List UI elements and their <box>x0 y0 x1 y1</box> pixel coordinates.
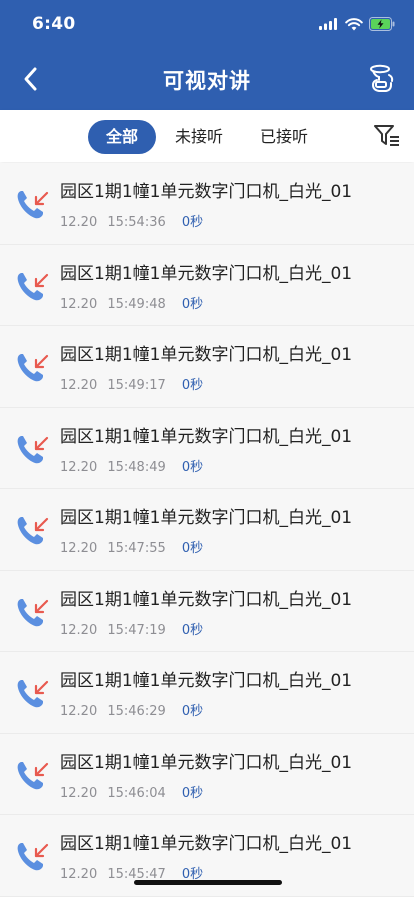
call-date: 12.20 <box>60 541 98 556</box>
tab-answered[interactable]: 已接听 <box>248 120 320 154</box>
call-time: 15:46:04 <box>107 785 166 801</box>
status-icons <box>319 16 396 32</box>
tab-missed[interactable]: 未接听 <box>164 120 234 154</box>
status-bar: 6:40 <box>0 0 414 48</box>
call-date: 12.20 <box>60 622 98 638</box>
call-date: 12.20 <box>60 378 98 393</box>
call-row[interactable]: 园区1期1幢1单元数字门口机_白光_01 12.20 15:46:04 0秒 <box>0 733 414 815</box>
intercom-handset-icon <box>370 64 394 92</box>
call-time: 15:49:17 <box>107 378 166 393</box>
call-source-name: 园区1期1幢1单元数字门口机_白光_01 <box>60 345 353 365</box>
call-source-name: 园区1期1幢1单元数字门口机_白光_01 <box>60 508 353 528</box>
call-meta: 12.20 15:46:04 0秒 <box>60 782 203 801</box>
call-date: 12.20 <box>60 785 98 801</box>
call-source-name: 园区1期1幢1单元数字门口机_白光_01 <box>60 263 353 284</box>
call-date: 12.20 <box>60 215 98 230</box>
call-duration: 0秒 <box>181 215 204 230</box>
call-date: 12.20 <box>60 704 98 719</box>
incoming-call-icon <box>17 598 49 626</box>
call-time: 15:47:55 <box>107 541 166 556</box>
signal-icon <box>319 18 337 30</box>
call-date: 12.20 <box>60 867 98 882</box>
call-meta: 12.20 15:48:49 0秒 <box>60 456 203 475</box>
call-row[interactable]: 园区1期1幢1单元数字门口机_白光_01 12.20 15:54:36 0秒 <box>0 163 414 245</box>
incoming-call-icon <box>17 354 49 382</box>
incoming-call-icon <box>17 272 49 300</box>
call-meta: 12.20 15:47:55 0秒 <box>60 537 203 556</box>
incoming-call-icon <box>17 435 49 463</box>
call-duration: 0秒 <box>181 622 204 638</box>
call-duration: 0秒 <box>181 541 204 556</box>
call-row[interactable]: 园区1期1幢1单元数字门口机_白光_01 12.20 15:47:55 0秒 <box>0 489 414 571</box>
call-meta: 12.20 15:49:48 0秒 <box>60 293 203 312</box>
incoming-call-icon <box>17 843 49 871</box>
call-time: 15:46:29 <box>107 704 166 719</box>
call-date: 12.20 <box>60 296 98 312</box>
battery-charging-icon <box>369 17 395 31</box>
call-meta: 12.20 15:46:29 0秒 <box>60 700 203 719</box>
tab-bar: 全部 未接听 已接听 <box>0 110 414 162</box>
home-indicator[interactable] <box>134 880 282 885</box>
status-time: 6:40 <box>32 14 76 34</box>
call-row[interactable]: 园区1期1幢1单元数字门口机_白光_01 12.20 15:47:19 0秒 <box>0 570 414 652</box>
call-meta: 12.20 15:54:36 0秒 <box>60 211 203 230</box>
call-duration: 0秒 <box>181 459 204 475</box>
call-time: 15:49:48 <box>107 296 166 312</box>
call-source-name: 园区1期1幢1单元数字门口机_白光_01 <box>60 182 353 202</box>
call-meta: 12.20 15:47:19 0秒 <box>60 619 203 638</box>
call-duration: 0秒 <box>181 378 204 393</box>
call-row[interactable]: 园区1期1幢1单元数字门口机_白光_01 12.20 15:46:29 0秒 <box>0 652 414 734</box>
call-duration: 0秒 <box>181 296 204 312</box>
page-title: 可视对讲 <box>163 69 251 93</box>
call-source-name: 园区1期1幢1单元数字门口机_白光_01 <box>60 834 353 854</box>
filter-icon <box>374 125 399 146</box>
call-time: 15:54:36 <box>107 215 166 230</box>
wifi-icon <box>345 17 363 30</box>
call-source-name: 园区1期1幢1单元数字门口机_白光_01 <box>60 752 353 773</box>
call-meta: 12.20 15:49:17 0秒 <box>60 374 203 393</box>
incoming-call-icon <box>17 517 49 545</box>
navigation-bar: 可视对讲 <box>0 48 414 110</box>
call-duration: 0秒 <box>181 704 204 719</box>
call-source-name: 园区1期1幢1单元数字门口机_白光_01 <box>60 671 353 691</box>
tab-all[interactable]: 全部 <box>88 120 156 154</box>
incoming-call-icon <box>17 191 49 219</box>
call-log-list: 园区1期1幢1单元数字门口机_白光_01 12.20 15:54:36 0秒 园… <box>0 163 414 897</box>
call-row[interactable]: 园区1期1幢1单元数字门口机_白光_01 12.20 15:48:49 0秒 <box>0 407 414 489</box>
call-row[interactable]: 园区1期1幢1单元数字门口机_白光_01 12.20 15:49:48 0秒 <box>0 244 414 326</box>
call-duration: 0秒 <box>181 785 204 801</box>
call-date: 12.20 <box>60 459 98 475</box>
call-source-name: 园区1期1幢1单元数字门口机_白光_01 <box>60 589 353 610</box>
call-row[interactable]: 园区1期1幢1单元数字门口机_白光_01 12.20 15:49:17 0秒 <box>0 326 414 408</box>
incoming-call-icon <box>17 680 49 708</box>
intercom-settings-button[interactable] <box>362 60 400 98</box>
filter-button[interactable] <box>372 122 402 150</box>
header: 6:40 可视对讲 <box>0 0 414 110</box>
call-time: 15:48:49 <box>107 459 166 475</box>
call-time: 15:47:19 <box>107 622 166 638</box>
incoming-call-icon <box>17 761 49 789</box>
call-source-name: 园区1期1幢1单元数字门口机_白光_01 <box>60 426 353 447</box>
